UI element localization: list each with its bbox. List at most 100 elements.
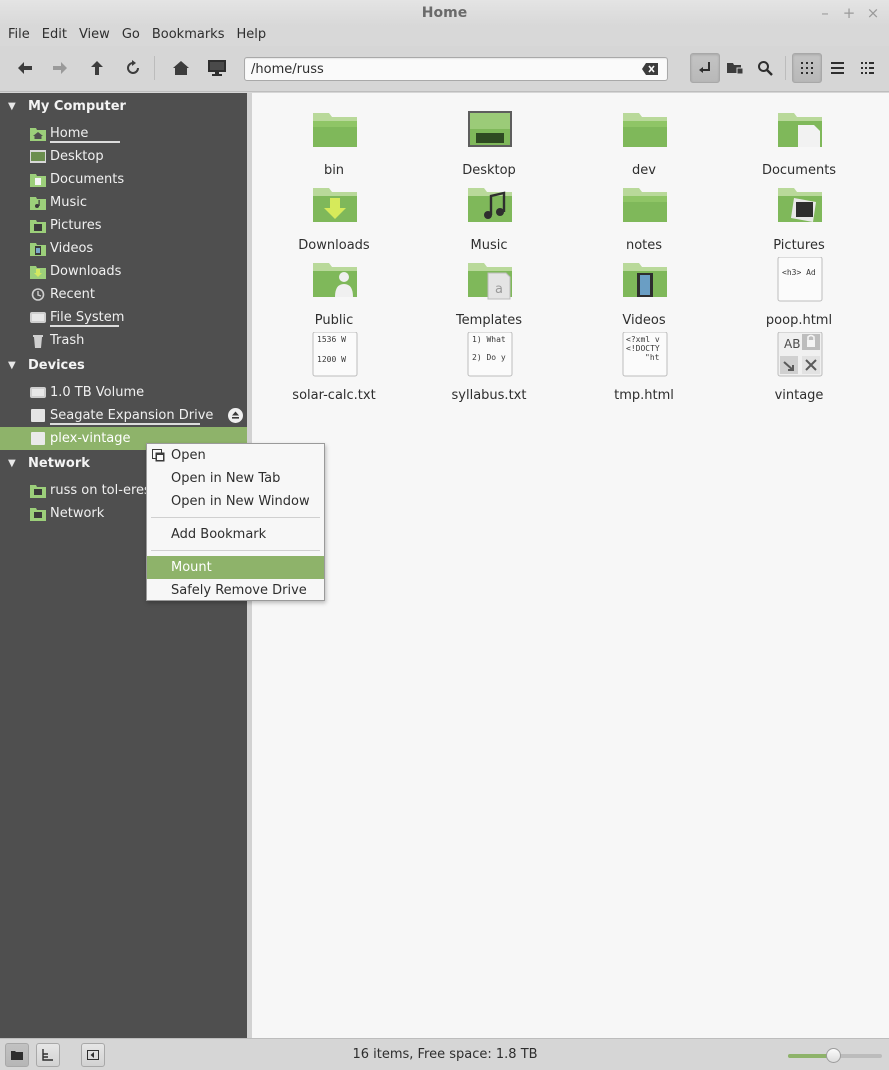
file-name: Pictures (773, 238, 825, 253)
location-input[interactable] (245, 58, 625, 80)
new-folder-icon[interactable] (720, 53, 750, 83)
file-item-bin[interactable]: bin (269, 107, 399, 182)
close-icon[interactable]: × (863, 3, 883, 23)
file-name: Downloads (298, 238, 370, 253)
file-item-syllabus-txt[interactable]: 1) What 2) Do y syllabus.txt (424, 332, 554, 407)
file-item-public[interactable]: Public (269, 257, 399, 332)
tree-sidebar-button[interactable] (36, 1043, 60, 1067)
file-item-vintage[interactable]: AB vintage (734, 332, 864, 407)
eject-icon[interactable] (228, 408, 243, 423)
compact-view-icon[interactable] (852, 53, 882, 83)
videos-folder-icon (30, 243, 46, 256)
menu-file[interactable]: File (2, 26, 36, 46)
expander-icon[interactable]: ▼ (8, 453, 16, 475)
sidebar-item-file-system[interactable]: File System (0, 306, 247, 329)
templates-folder-icon: a (468, 263, 512, 300)
clear-location-icon[interactable] (641, 62, 659, 80)
pictures-folder-icon (778, 188, 822, 222)
zoom-slider[interactable] (788, 1048, 882, 1063)
search-icon[interactable] (750, 53, 780, 83)
minimize-icon[interactable]: – (815, 3, 835, 23)
zoom-slider-handle[interactable] (826, 1048, 841, 1063)
sidebar-item-recent[interactable]: Recent (0, 283, 247, 306)
file-item-videos[interactable]: Videos (579, 257, 709, 332)
file-item-dev[interactable]: dev (579, 107, 709, 182)
sidebar-section-devices[interactable]: ▼ Devices (0, 355, 247, 377)
menu-edit[interactable]: Edit (36, 26, 73, 46)
toggle-sidebar-button[interactable] (81, 1043, 105, 1067)
status-bar: 16 items, Free space: 1.8 TB (0, 1038, 889, 1070)
sidebar-item-home[interactable]: Home (0, 122, 247, 145)
folder-icon (313, 113, 357, 147)
drive-icon (30, 312, 46, 323)
sidebar-item-1tb-volume[interactable]: 1.0 TB Volume (0, 381, 247, 404)
sidebar-item-pictures[interactable]: Pictures (0, 214, 247, 237)
context-menu-safely-remove-drive[interactable]: Safely Remove Drive (147, 579, 324, 602)
file-item-documents[interactable]: Documents (734, 107, 864, 182)
file-item-poop-html[interactable]: <h3> Ad poop.html (734, 257, 864, 332)
sidebar-item-documents[interactable]: Documents (0, 168, 247, 191)
file-item-downloads[interactable]: Downloads (269, 182, 399, 257)
sidebar-item-downloads[interactable]: Downloads (0, 260, 247, 283)
file-view[interactable]: bin Desktop dev Documents Downloads Musi… (252, 93, 889, 1038)
locked-folder-icon: AB (777, 332, 823, 377)
file-item-templates[interactable]: a Templates (424, 257, 554, 332)
videos-folder-icon (623, 263, 667, 297)
menu-go[interactable]: Go (116, 26, 146, 46)
file-name: Documents (761, 163, 837, 178)
file-name: dev (632, 163, 656, 178)
sidebar-item-music[interactable]: Music (0, 191, 247, 214)
menu-bookmarks[interactable]: Bookmarks (146, 26, 231, 46)
file-item-music[interactable]: Music (424, 182, 554, 257)
expander-icon[interactable]: ▼ (8, 96, 16, 118)
menu-view[interactable]: View (73, 26, 116, 46)
sidebar-item-trash[interactable]: Trash (0, 329, 247, 352)
context-menu-open-new-tab[interactable]: Open in New Tab (147, 467, 324, 490)
maximize-icon[interactable]: + (839, 3, 859, 23)
refresh-icon[interactable] (118, 53, 148, 83)
sidebar-section-my-computer[interactable]: ▼ My Computer (0, 96, 247, 118)
pictures-folder-icon (30, 220, 46, 233)
network-folder-icon (30, 508, 46, 521)
tree-icon (42, 1049, 53, 1061)
expander-icon[interactable]: ▼ (8, 355, 16, 377)
context-menu-mount[interactable]: Mount (147, 556, 324, 579)
home-icon[interactable] (166, 53, 196, 83)
file-item-tmp-html[interactable]: <?xml v <!DOCTY "ht tmp.html (579, 332, 709, 407)
icon-view-icon[interactable] (792, 53, 822, 83)
places-sidebar-button[interactable] (5, 1043, 29, 1067)
svg-text:<h3> Ad: <h3> Ad (782, 268, 816, 277)
desktop-folder-icon (468, 111, 512, 147)
sidebar-item-videos[interactable]: Videos (0, 237, 247, 260)
back-icon[interactable] (10, 53, 40, 83)
up-icon[interactable] (82, 53, 112, 83)
context-menu-add-bookmark[interactable]: Add Bookmark (147, 523, 324, 546)
list-view-icon[interactable] (822, 53, 852, 83)
location-bar[interactable] (244, 57, 668, 81)
toggle-location-icon[interactable] (690, 53, 720, 83)
menu-help[interactable]: Help (230, 26, 272, 46)
sidebar-item-desktop[interactable]: Desktop (0, 145, 247, 168)
file-item-notes[interactable]: notes (579, 182, 709, 257)
file-name: bin (323, 163, 345, 178)
svg-text:1) What: 1) What (472, 335, 506, 344)
file-name: syllabus.txt (451, 388, 527, 403)
file-item-pictures[interactable]: Pictures (734, 182, 864, 257)
file-name: poop.html (765, 313, 833, 328)
file-name: solar-calc.txt (292, 388, 376, 403)
context-menu-open-new-window[interactable]: Open in New Window (147, 490, 324, 513)
home-folder-icon (30, 128, 46, 141)
network-folder-icon (30, 485, 46, 498)
file-item-desktop[interactable]: Desktop (424, 107, 554, 182)
forward-icon[interactable] (45, 53, 75, 83)
status-text: 16 items, Free space: 1.8 TB (352, 1047, 538, 1062)
context-menu-open[interactable]: Open (147, 444, 324, 467)
public-folder-icon (313, 263, 357, 297)
sidebar-item-seagate-expansion-drive[interactable]: Seagate Expansion Drive (0, 404, 247, 427)
svg-text:AB: AB (784, 337, 800, 351)
file-item-solar-calc-txt[interactable]: 1536 W 1200 W solar-calc.txt (269, 332, 399, 407)
computer-icon[interactable] (202, 53, 232, 83)
window-title: Home (421, 5, 468, 21)
menu-bar: File Edit View Go Bookmarks Help (0, 26, 889, 46)
file-name: Desktop (462, 163, 516, 178)
